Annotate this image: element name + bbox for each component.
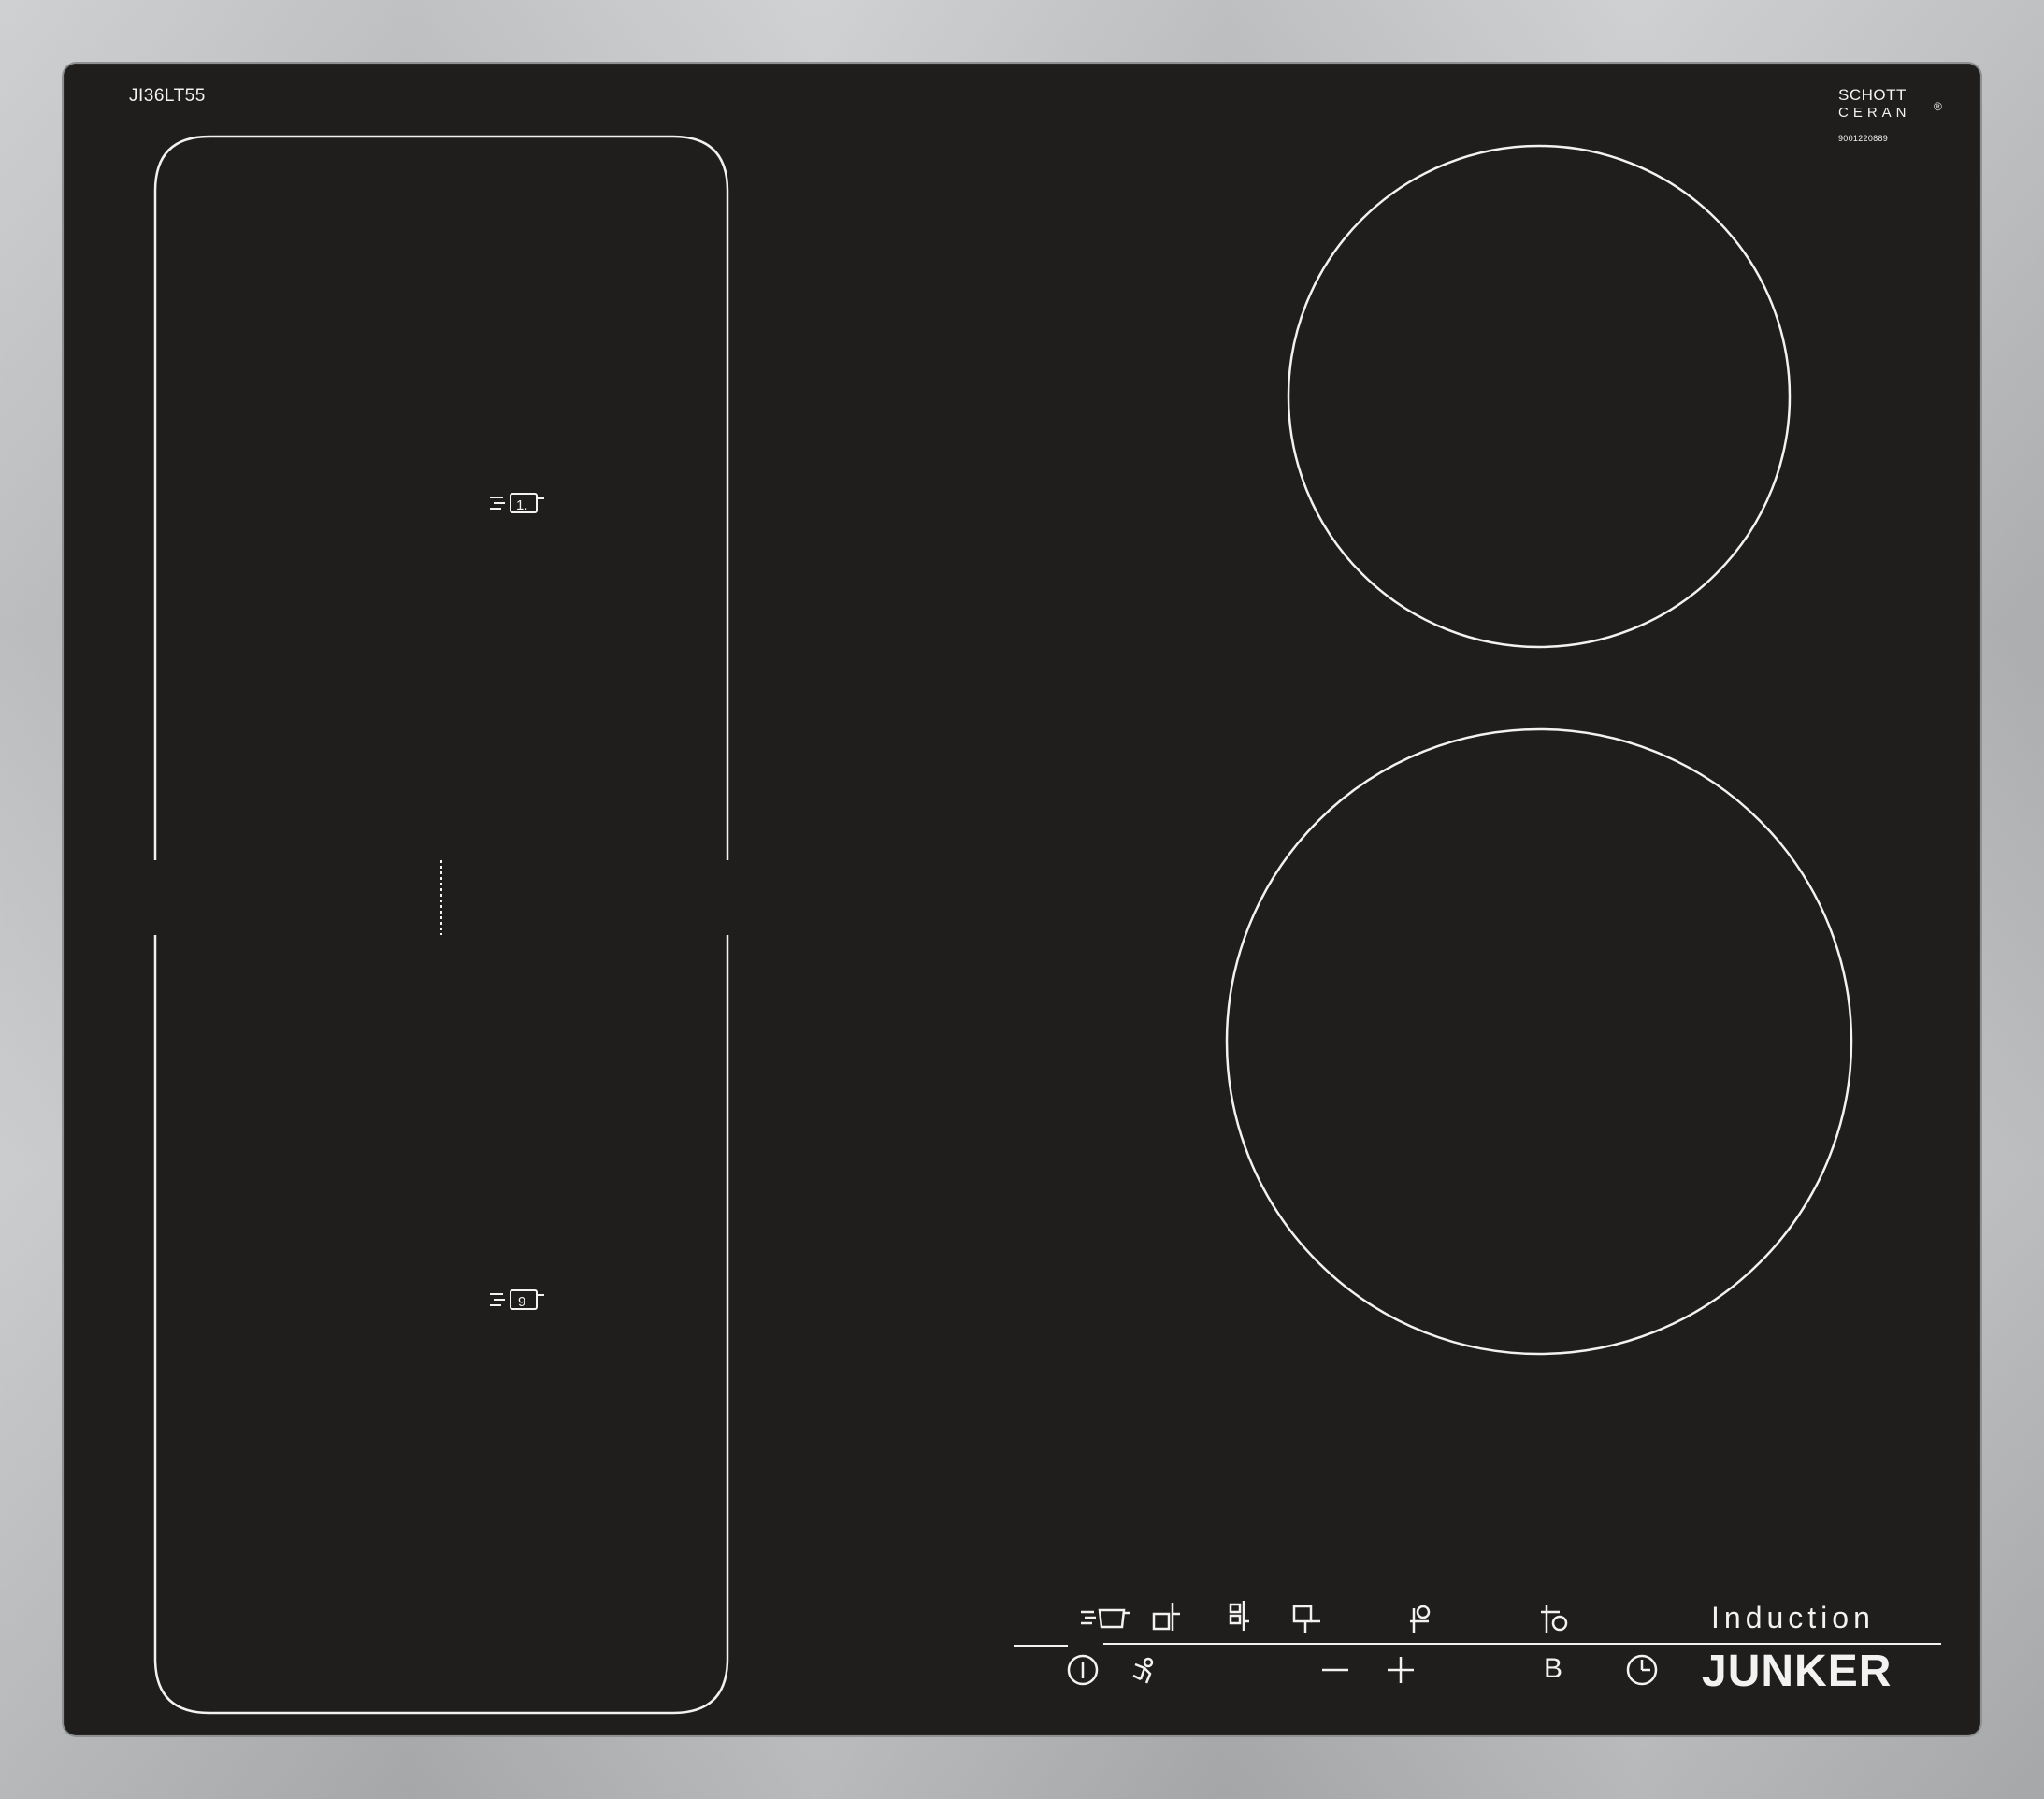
pan-move-icon xyxy=(490,1289,544,1310)
flex-zone-lower-outline[interactable] xyxy=(153,935,729,1715)
pan-move-icon[interactable] xyxy=(1081,1608,1130,1629)
glass-brand-line2: CERAN xyxy=(1838,105,1911,121)
model-label: JI36LT55 xyxy=(129,86,206,106)
brand-logo: JUNKER xyxy=(1702,1647,1893,1696)
rear-right-cooking-zone[interactable] xyxy=(1287,144,1792,649)
induction-label: Induction xyxy=(1711,1601,1875,1634)
front-right-cooking-zone[interactable] xyxy=(1225,727,1853,1356)
flex-zone-upper-outline[interactable] xyxy=(153,135,729,860)
booster-b-icon[interactable]: B xyxy=(1544,1653,1562,1685)
plus-icon[interactable] xyxy=(1388,1657,1414,1683)
ceramic-glass-surface: 1. 9 JI36LT55 SCHOTT CERAN ® 9001220889 … xyxy=(64,64,1980,1735)
stainless-steel-frame: 1. 9 JI36LT55 SCHOTT CERAN ® 9001220889 … xyxy=(0,0,2044,1799)
registered-mark: ® xyxy=(1934,100,1942,113)
clock-icon[interactable] xyxy=(1626,1654,1658,1686)
serial-number: 9001220889 xyxy=(1838,134,1889,143)
cooktop-markings: 1. 9 xyxy=(153,135,1941,1715)
zone-select-left-front-icon[interactable] xyxy=(1152,1603,1180,1631)
flex-zone-rear-digit: 9 xyxy=(518,1294,525,1310)
zone-select-left-rear-icon[interactable] xyxy=(1229,1601,1249,1631)
zone-select-right-rear-icon[interactable] xyxy=(1410,1605,1431,1633)
zone-select-center-icon[interactable] xyxy=(1292,1605,1320,1633)
zone-select-right-front-icon[interactable] xyxy=(1541,1605,1568,1633)
power-icon[interactable] xyxy=(1067,1654,1099,1686)
child-lock-icon[interactable] xyxy=(1132,1657,1154,1684)
glass-brand-line1: SCHOTT xyxy=(1838,86,1907,104)
flex-zone-front-digit: 1. xyxy=(516,497,528,513)
